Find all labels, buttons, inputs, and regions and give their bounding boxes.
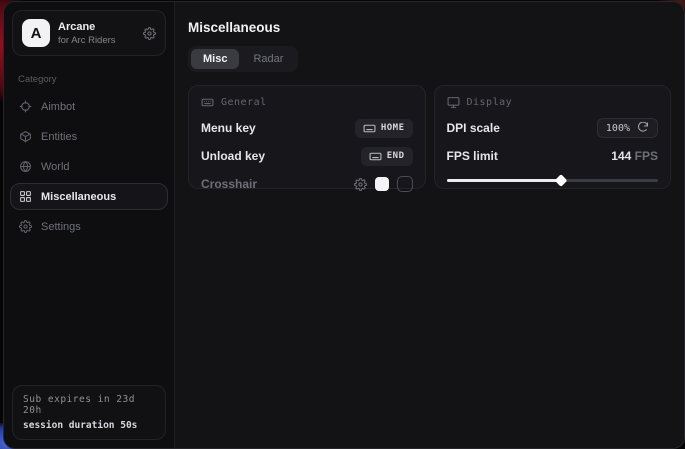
crosshair-color-swatch[interactable] — [375, 177, 389, 191]
sidebar-item-world[interactable]: World — [10, 153, 168, 180]
tab-misc[interactable]: Misc — [191, 49, 239, 69]
sidebar-item-label: Entities — [41, 131, 77, 143]
profile-card[interactable]: A Arcane for Arc Riders — [12, 10, 166, 56]
sidebar-item-label: Miscellaneous — [41, 191, 116, 203]
fps-limit-slider[interactable] — [447, 175, 659, 185]
crosshair-controls — [354, 176, 413, 192]
general-card: General Menu key HOME Unload key — [188, 85, 426, 189]
sidebar-item-label: Settings — [41, 221, 81, 233]
category-label: Category — [18, 74, 160, 85]
menu-key-value: HOME — [381, 123, 405, 133]
crosshair-icon — [19, 100, 32, 113]
general-card-header: General — [201, 96, 413, 109]
display-card-title: Display — [467, 97, 513, 108]
subscription-status-card: Sub expires in 23d 20h session duration … — [12, 385, 166, 440]
display-card: Display DPI scale 100% FPS limit 144 FPS — [434, 85, 672, 189]
general-card-title: General — [221, 97, 267, 108]
menu-key-label: Menu key — [201, 121, 256, 135]
page-title: Miscellaneous — [188, 20, 671, 35]
fps-slider-fill — [447, 179, 561, 182]
fps-number: 144 — [611, 149, 631, 163]
fps-limit-value: 144 FPS — [611, 149, 658, 163]
app-window: A Arcane for Arc Riders Category Aimbot — [3, 1, 685, 449]
fps-slider-thumb[interactable] — [554, 174, 567, 187]
sidebar-item-label: World — [41, 161, 70, 173]
sub-expiry-text: Sub expires in 23d 20h — [23, 394, 155, 416]
settings-cards-row: General Menu key HOME Unload key — [188, 85, 671, 189]
profile-gear-icon[interactable] — [143, 27, 156, 40]
app-name: Arcane — [58, 21, 135, 33]
crosshair-checkbox[interactable] — [397, 176, 413, 192]
keyboard-icon — [201, 96, 214, 109]
crosshair-label: Crosshair — [201, 177, 257, 191]
sidebar-item-settings[interactable]: Settings — [10, 213, 168, 240]
dpi-scale-row: DPI scale 100% — [447, 119, 659, 137]
tab-radar[interactable]: Radar — [241, 49, 295, 69]
sidebar-item-entities[interactable]: Entities — [10, 123, 168, 150]
display-card-header: Display — [447, 96, 659, 109]
unload-key-row: Unload key END — [201, 147, 413, 165]
unload-key-bind-button[interactable]: END — [361, 147, 413, 166]
menu-key-bind-button[interactable]: HOME — [355, 119, 413, 138]
tab-bar: Misc Radar — [188, 46, 298, 72]
sidebar-item-miscellaneous[interactable]: Miscellaneous — [10, 183, 168, 210]
globe-icon — [19, 160, 32, 173]
main-content: Miscellaneous Misc Radar General Menu ke… — [175, 2, 684, 448]
unload-key-label: Unload key — [201, 149, 265, 163]
session-duration-text: session duration 50s — [23, 420, 155, 431]
cube-icon — [19, 130, 32, 143]
fps-limit-label: FPS limit — [447, 149, 498, 163]
crosshair-row: Crosshair — [201, 175, 413, 193]
app-subtitle: for Arc Riders — [58, 35, 135, 46]
sidebar-nav: Aimbot Entities World Miscellaneous — [4, 93, 174, 240]
sidebar: A Arcane for Arc Riders Category Aimbot — [4, 2, 175, 448]
dpi-scale-control[interactable]: 100% — [597, 118, 658, 138]
fps-unit: FPS — [635, 149, 658, 163]
fps-limit-row: FPS limit 144 FPS — [447, 147, 659, 165]
keyboard-icon — [369, 150, 382, 163]
monitor-icon — [447, 96, 460, 109]
dpi-scale-value: 100% — [606, 123, 630, 134]
crosshair-settings-gear-icon[interactable] — [354, 178, 367, 191]
menu-key-row: Menu key HOME — [201, 119, 413, 137]
grid-icon — [19, 190, 32, 203]
profile-text: Arcane for Arc Riders — [58, 21, 135, 46]
sidebar-item-aimbot[interactable]: Aimbot — [10, 93, 168, 120]
keyboard-icon — [363, 122, 376, 135]
dpi-scale-label: DPI scale — [447, 121, 500, 135]
refresh-icon — [637, 122, 649, 134]
sidebar-item-label: Aimbot — [41, 101, 75, 113]
app-logo: A — [22, 19, 50, 47]
gear-icon — [19, 220, 32, 233]
unload-key-value: END — [387, 151, 405, 161]
